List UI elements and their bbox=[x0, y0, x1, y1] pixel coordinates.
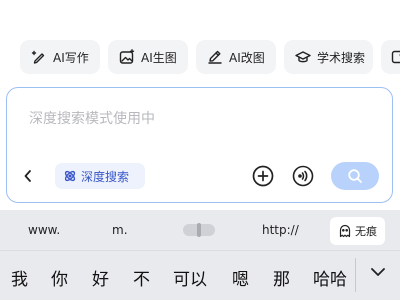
tools-row: AI写作 AI生图 AI改图 学术搜索 bbox=[20, 40, 400, 74]
chevron-left-icon bbox=[24, 170, 31, 182]
image-sparkle-icon bbox=[119, 49, 135, 65]
expand-candidates-button[interactable] bbox=[368, 262, 388, 282]
academic-search-label: 学术搜索 bbox=[317, 50, 366, 65]
edit-image-icon bbox=[207, 49, 223, 65]
plus-circle-icon bbox=[252, 165, 274, 187]
candidate-word[interactable]: 那 bbox=[273, 265, 290, 290]
ai-image-gen-label: AI生图 bbox=[141, 50, 177, 65]
academic-search-button[interactable]: 学术搜索 bbox=[284, 40, 373, 74]
candidate-word[interactable]: 我 bbox=[11, 265, 28, 290]
deep-search-icon bbox=[64, 170, 76, 182]
voice-wave-icon bbox=[292, 165, 314, 187]
candidate-word[interactable]: 不 bbox=[133, 265, 150, 290]
deep-search-mode-chip[interactable]: 深度搜索 bbox=[55, 163, 145, 189]
back-button[interactable] bbox=[19, 166, 37, 186]
ai-writing-button[interactable]: AI写作 bbox=[20, 40, 100, 74]
candidate-word[interactable]: 好 bbox=[92, 265, 109, 290]
image-icon bbox=[391, 49, 400, 65]
ai-writing-label: AI写作 bbox=[53, 50, 89, 65]
ai-image-edit-button[interactable]: AI改图 bbox=[196, 40, 276, 74]
voice-input-button[interactable] bbox=[291, 164, 315, 188]
search-submit-button[interactable] bbox=[331, 162, 379, 190]
m-shortcut-key[interactable]: m. bbox=[112, 223, 128, 237]
deep-search-label: 深度搜索 bbox=[81, 169, 130, 184]
candidate-divider bbox=[355, 258, 356, 292]
ghost-icon bbox=[339, 224, 351, 238]
add-button[interactable] bbox=[251, 164, 275, 188]
candidate-word[interactable]: 可以 bbox=[173, 265, 207, 290]
graduation-cap-icon bbox=[295, 49, 311, 65]
http-shortcut-key[interactable]: http:// bbox=[262, 223, 299, 237]
incognito-label: 无痕 bbox=[355, 225, 377, 238]
ai-image-edit-label: AI改图 bbox=[229, 50, 265, 65]
pen-sparkle-icon bbox=[31, 49, 47, 65]
ai-image-gen-button[interactable]: AI生图 bbox=[108, 40, 188, 74]
incognito-button[interactable]: 无痕 bbox=[330, 217, 385, 245]
search-input[interactable]: 深度搜索模式使用中 bbox=[29, 108, 155, 128]
chevron-down-icon bbox=[371, 268, 385, 276]
search-input-card: 深度搜索模式使用中 深度搜索 bbox=[6, 87, 393, 203]
search-icon bbox=[348, 169, 362, 183]
candidate-word[interactable]: 你 bbox=[51, 265, 68, 290]
cursor-slider[interactable] bbox=[183, 223, 215, 237]
www-shortcut-key[interactable]: www. bbox=[28, 223, 60, 237]
candidate-word[interactable]: 哈哈 bbox=[313, 265, 347, 290]
image-tool-button[interactable] bbox=[381, 40, 400, 74]
candidate-word[interactable]: 嗯 bbox=[232, 265, 249, 290]
